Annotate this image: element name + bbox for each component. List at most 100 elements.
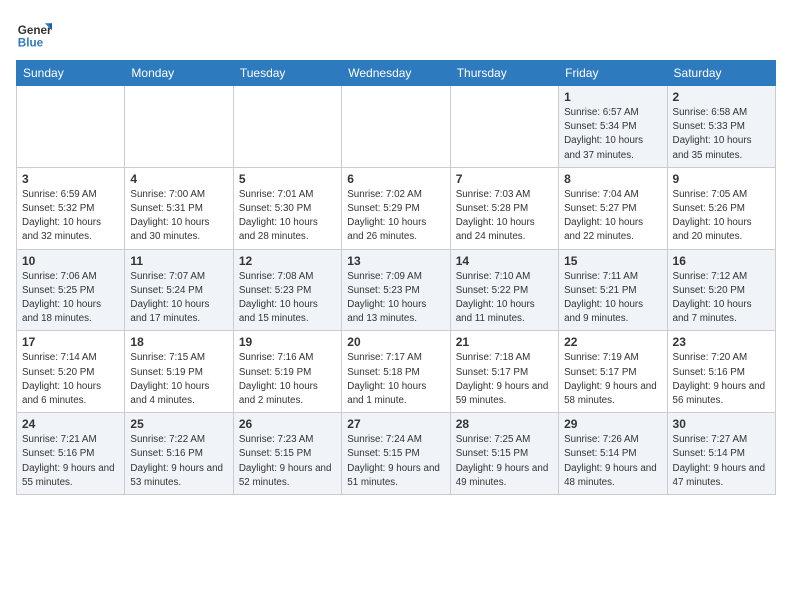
week-row-1: 1 Sunrise: 6:57 AM Sunset: 5:34 PM Daylig… [17, 86, 776, 168]
day-cell: 27Sunrise: 7:24 AM Sunset: 5:15 PM Dayli… [342, 413, 450, 495]
day-info: Sunrise: 7:06 AM Sunset: 5:25 PM Dayligh… [22, 270, 119, 327]
svg-text:Blue: Blue [18, 37, 44, 50]
day-info: Sunrise: 7:02 AM Sunset: 5:29 PM Dayligh… [347, 188, 444, 245]
day-cell: 1 Sunrise: 6:57 AM Sunset: 5:34 PM Daylig… [559, 86, 667, 168]
day-cell: 10 Sunrise: 7:06 AM Sunset: 5:25 PM Dayli… [17, 249, 125, 331]
day-info: Sunrise: 7:00 AM Sunset: 5:31 PM Dayligh… [130, 188, 227, 245]
weekday-header-thursday: Thursday [450, 61, 558, 86]
day-cell [17, 86, 125, 168]
day-cell: 15 Sunrise: 7:11 AM Sunset: 5:21 PM Dayli… [559, 249, 667, 331]
day-cell: 25 Sunrise: 7:22 AM Sunset: 5:16 PM Dayli… [125, 413, 233, 495]
day-cell: 3 Sunrise: 6:59 AM Sunset: 5:32 PM Daylig… [17, 167, 125, 249]
weekday-header-wednesday: Wednesday [342, 61, 450, 86]
day-info: Sunrise: 7:19 AM Sunset: 5:17 PM Dayligh… [564, 351, 661, 408]
day-number: 20 [347, 335, 444, 349]
day-number: 30 [673, 417, 770, 431]
day-number: 11 [130, 254, 227, 268]
day-cell: 16 Sunrise: 7:12 AM Sunset: 5:20 PM Dayli… [667, 249, 775, 331]
day-number: 23 [673, 335, 770, 349]
day-number: 26 [239, 417, 336, 431]
day-cell: 5Sunrise: 7:01 AM Sunset: 5:30 PM Daylig… [233, 167, 341, 249]
day-number: 4 [130, 172, 227, 186]
day-info: Sunrise: 6:57 AM Sunset: 5:34 PM Dayligh… [564, 106, 661, 163]
weekday-header-friday: Friday [559, 61, 667, 86]
day-number: 25 [130, 417, 227, 431]
weekday-header-sunday: Sunday [17, 61, 125, 86]
day-info: Sunrise: 7:21 AM Sunset: 5:16 PM Dayligh… [22, 433, 119, 490]
day-info: Sunrise: 7:05 AM Sunset: 5:26 PM Dayligh… [673, 188, 770, 245]
day-cell: 11 Sunrise: 7:07 AM Sunset: 5:24 PM Dayli… [125, 249, 233, 331]
day-info: Sunrise: 6:59 AM Sunset: 5:32 PM Dayligh… [22, 188, 119, 245]
day-cell: 4 Sunrise: 7:00 AM Sunset: 5:31 PM Daylig… [125, 167, 233, 249]
day-info: Sunrise: 7:15 AM Sunset: 5:19 PM Dayligh… [130, 351, 227, 408]
day-cell: 2Sunrise: 6:58 AM Sunset: 5:33 PM Daylig… [667, 86, 775, 168]
day-number: 9 [673, 172, 770, 186]
logo: General Blue [16, 16, 52, 52]
day-info: Sunrise: 7:11 AM Sunset: 5:21 PM Dayligh… [564, 270, 661, 327]
day-number: 28 [456, 417, 553, 431]
day-number: 17 [22, 335, 119, 349]
day-number: 18 [130, 335, 227, 349]
day-number: 27 [347, 417, 444, 431]
day-info: Sunrise: 7:09 AM Sunset: 5:23 PM Dayligh… [347, 270, 444, 327]
calendar-table: SundayMondayTuesdayWednesdayThursdayFrid… [16, 60, 776, 495]
day-info: Sunrise: 7:01 AM Sunset: 5:30 PM Dayligh… [239, 188, 336, 245]
day-info: Sunrise: 7:18 AM Sunset: 5:17 PM Dayligh… [456, 351, 553, 408]
day-cell: 9 Sunrise: 7:05 AM Sunset: 5:26 PM Daylig… [667, 167, 775, 249]
day-number: 21 [456, 335, 553, 349]
day-number: 3 [22, 172, 119, 186]
day-cell: 13 Sunrise: 7:09 AM Sunset: 5:23 PM Dayli… [342, 249, 450, 331]
day-number: 15 [564, 254, 661, 268]
day-cell: 17 Sunrise: 7:14 AM Sunset: 5:20 PM Dayli… [17, 331, 125, 413]
day-cell [342, 86, 450, 168]
day-number: 8 [564, 172, 661, 186]
day-cell: 8Sunrise: 7:04 AM Sunset: 5:27 PM Daylig… [559, 167, 667, 249]
day-cell: 22 Sunrise: 7:19 AM Sunset: 5:17 PM Dayli… [559, 331, 667, 413]
day-number: 10 [22, 254, 119, 268]
day-info: Sunrise: 7:10 AM Sunset: 5:22 PM Dayligh… [456, 270, 553, 327]
svg-text:General: General [18, 24, 52, 37]
day-number: 24 [22, 417, 119, 431]
day-cell: 20Sunrise: 7:17 AM Sunset: 5:18 PM Dayli… [342, 331, 450, 413]
week-row-2: 3 Sunrise: 6:59 AM Sunset: 5:32 PM Daylig… [17, 167, 776, 249]
day-info: Sunrise: 7:14 AM Sunset: 5:20 PM Dayligh… [22, 351, 119, 408]
day-cell: 18 Sunrise: 7:15 AM Sunset: 5:19 PM Dayli… [125, 331, 233, 413]
day-info: Sunrise: 7:22 AM Sunset: 5:16 PM Dayligh… [130, 433, 227, 490]
day-number: 14 [456, 254, 553, 268]
day-cell: 24 Sunrise: 7:21 AM Sunset: 5:16 PM Dayli… [17, 413, 125, 495]
day-number: 22 [564, 335, 661, 349]
day-number: 7 [456, 172, 553, 186]
day-info: Sunrise: 7:16 AM Sunset: 5:19 PM Dayligh… [239, 351, 336, 408]
weekday-header-monday: Monday [125, 61, 233, 86]
day-number: 6 [347, 172, 444, 186]
day-info: Sunrise: 7:27 AM Sunset: 5:14 PM Dayligh… [673, 433, 770, 490]
day-cell [450, 86, 558, 168]
day-cell: 12Sunrise: 7:08 AM Sunset: 5:23 PM Dayli… [233, 249, 341, 331]
day-cell: 29 Sunrise: 7:26 AM Sunset: 5:14 PM Dayli… [559, 413, 667, 495]
day-cell: 14 Sunrise: 7:10 AM Sunset: 5:22 PM Dayli… [450, 249, 558, 331]
day-number: 12 [239, 254, 336, 268]
day-info: Sunrise: 7:20 AM Sunset: 5:16 PM Dayligh… [673, 351, 770, 408]
day-info: Sunrise: 7:03 AM Sunset: 5:28 PM Dayligh… [456, 188, 553, 245]
logo-icon: General Blue [16, 16, 52, 52]
day-info: Sunrise: 7:07 AM Sunset: 5:24 PM Dayligh… [130, 270, 227, 327]
day-info: Sunrise: 6:58 AM Sunset: 5:33 PM Dayligh… [673, 106, 770, 163]
day-info: Sunrise: 7:23 AM Sunset: 5:15 PM Dayligh… [239, 433, 336, 490]
week-row-5: 24 Sunrise: 7:21 AM Sunset: 5:16 PM Dayli… [17, 413, 776, 495]
day-cell: 28Sunrise: 7:25 AM Sunset: 5:15 PM Dayli… [450, 413, 558, 495]
day-cell [233, 86, 341, 168]
day-number: 16 [673, 254, 770, 268]
day-info: Sunrise: 7:12 AM Sunset: 5:20 PM Dayligh… [673, 270, 770, 327]
day-info: Sunrise: 7:26 AM Sunset: 5:14 PM Dayligh… [564, 433, 661, 490]
calendar-header: SundayMondayTuesdayWednesdayThursdayFrid… [17, 61, 776, 86]
day-number: 19 [239, 335, 336, 349]
day-cell: 30 Sunrise: 7:27 AM Sunset: 5:14 PM Dayli… [667, 413, 775, 495]
day-number: 29 [564, 417, 661, 431]
day-cell [125, 86, 233, 168]
weekday-row: SundayMondayTuesdayWednesdayThursdayFrid… [17, 61, 776, 86]
day-cell: 21 Sunrise: 7:18 AM Sunset: 5:17 PM Dayli… [450, 331, 558, 413]
day-number: 1 [564, 90, 661, 104]
day-number: 13 [347, 254, 444, 268]
day-cell: 19 Sunrise: 7:16 AM Sunset: 5:19 PM Dayli… [233, 331, 341, 413]
page-header: General Blue [16, 16, 776, 52]
